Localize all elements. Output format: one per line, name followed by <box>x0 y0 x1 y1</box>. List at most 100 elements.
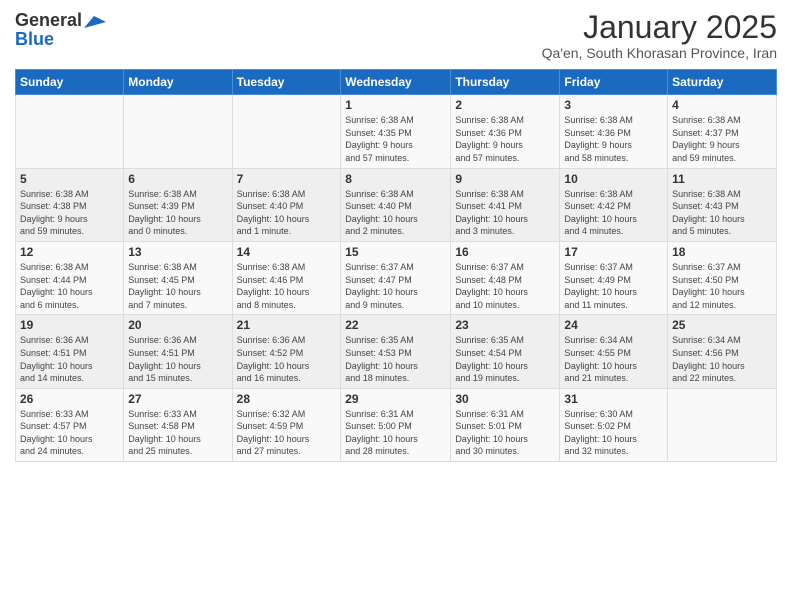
day-info: Sunrise: 6:36 AM Sunset: 4:52 PM Dayligh… <box>237 334 337 384</box>
calendar-cell: 4 Sunrise: 6:38 AM Sunset: 4:37 PM Daylig… <box>668 95 777 168</box>
day-info: Sunrise: 6:36 AM Sunset: 4:51 PM Dayligh… <box>128 334 227 384</box>
calendar-title: January 2025 <box>542 10 777 45</box>
day-number: 4 <box>672 98 772 112</box>
day-number: 16 <box>455 245 555 259</box>
calendar-cell: 23Sunrise: 6:35 AM Sunset: 4:54 PM Dayli… <box>451 315 560 388</box>
calendar-week-row: 5 Sunrise: 6:38 AM Sunset: 4:38 PM Daylig… <box>16 168 777 241</box>
day-info: Sunrise: 6:37 AM Sunset: 4:49 PM Dayligh… <box>564 261 663 311</box>
calendar-cell: 9 Sunrise: 6:38 AM Sunset: 4:41 PM Daylig… <box>451 168 560 241</box>
day-number: 25 <box>672 318 772 332</box>
day-number: 15 <box>345 245 446 259</box>
calendar-cell: 24 Sunrise: 6:34 AM Sunset: 4:55 PM Dayli… <box>560 315 668 388</box>
day-info: Sunrise: 6:38 AM Sunset: 4:35 PM Dayligh… <box>345 114 446 164</box>
day-number: 5 <box>20 172 119 186</box>
calendar-cell <box>16 95 124 168</box>
day-number: 17 <box>564 245 663 259</box>
calendar-cell: 11Sunrise: 6:38 AM Sunset: 4:43 PM Dayli… <box>668 168 777 241</box>
calendar-cell: 31 Sunrise: 6:30 AM Sunset: 5:02 PM Dayli… <box>560 388 668 461</box>
logo-general-text: General <box>15 10 82 31</box>
day-number: 3 <box>564 98 663 112</box>
day-info: Sunrise: 6:37 AM Sunset: 4:47 PM Dayligh… <box>345 261 446 311</box>
day-number: 24 <box>564 318 663 332</box>
calendar-cell: 21 Sunrise: 6:36 AM Sunset: 4:52 PM Dayli… <box>232 315 341 388</box>
calendar-cell: 28 Sunrise: 6:32 AM Sunset: 4:59 PM Dayli… <box>232 388 341 461</box>
day-info: Sunrise: 6:37 AM Sunset: 4:50 PM Dayligh… <box>672 261 772 311</box>
day-info: Sunrise: 6:34 AM Sunset: 4:55 PM Dayligh… <box>564 334 663 384</box>
day-number: 26 <box>20 392 119 406</box>
logo: General Blue <box>15 10 106 50</box>
header-thursday: Thursday <box>451 70 560 95</box>
calendar-cell: 1 Sunrise: 6:38 AM Sunset: 4:35 PM Daylig… <box>341 95 451 168</box>
calendar-cell: 30Sunrise: 6:31 AM Sunset: 5:01 PM Dayli… <box>451 388 560 461</box>
day-info: Sunrise: 6:35 AM Sunset: 4:53 PM Dayligh… <box>345 334 446 384</box>
day-info: Sunrise: 6:32 AM Sunset: 4:59 PM Dayligh… <box>237 408 337 458</box>
day-number: 14 <box>237 245 337 259</box>
calendar-week-row: 1 Sunrise: 6:38 AM Sunset: 4:35 PM Daylig… <box>16 95 777 168</box>
day-info: Sunrise: 6:38 AM Sunset: 4:44 PM Dayligh… <box>20 261 119 311</box>
calendar-cell: 5 Sunrise: 6:38 AM Sunset: 4:38 PM Daylig… <box>16 168 124 241</box>
header-wednesday: Wednesday <box>341 70 451 95</box>
day-number: 12 <box>20 245 119 259</box>
day-number: 1 <box>345 98 446 112</box>
day-info: Sunrise: 6:38 AM Sunset: 4:41 PM Dayligh… <box>455 188 555 238</box>
header: General Blue January 2025 Qa'en, South K… <box>15 10 777 61</box>
day-info: Sunrise: 6:36 AM Sunset: 4:51 PM Dayligh… <box>20 334 119 384</box>
calendar-cell: 17 Sunrise: 6:37 AM Sunset: 4:49 PM Dayli… <box>560 241 668 314</box>
calendar-cell <box>124 95 232 168</box>
calendar-cell: 19 Sunrise: 6:36 AM Sunset: 4:51 PM Dayli… <box>16 315 124 388</box>
day-number: 27 <box>128 392 227 406</box>
day-number: 21 <box>237 318 337 332</box>
day-number: 19 <box>20 318 119 332</box>
calendar-location: Qa'en, South Khorasan Province, Iran <box>542 45 777 61</box>
calendar-week-row: 12 Sunrise: 6:38 AM Sunset: 4:44 PM Dayli… <box>16 241 777 314</box>
calendar-cell <box>232 95 341 168</box>
day-number: 10 <box>564 172 663 186</box>
day-info: Sunrise: 6:37 AM Sunset: 4:48 PM Dayligh… <box>455 261 555 311</box>
day-number: 9 <box>455 172 555 186</box>
day-info: Sunrise: 6:38 AM Sunset: 4:40 PM Dayligh… <box>345 188 446 238</box>
day-info: Sunrise: 6:31 AM Sunset: 5:01 PM Dayligh… <box>455 408 555 458</box>
weekday-header-row: Sunday Monday Tuesday Wednesday Thursday… <box>16 70 777 95</box>
day-number: 31 <box>564 392 663 406</box>
day-info: Sunrise: 6:38 AM Sunset: 4:36 PM Dayligh… <box>455 114 555 164</box>
day-number: 13 <box>128 245 227 259</box>
calendar-cell: 22 Sunrise: 6:35 AM Sunset: 4:53 PM Dayli… <box>341 315 451 388</box>
day-info: Sunrise: 6:38 AM Sunset: 4:42 PM Dayligh… <box>564 188 663 238</box>
calendar-cell: 2Sunrise: 6:38 AM Sunset: 4:36 PM Daylig… <box>451 95 560 168</box>
day-info: Sunrise: 6:38 AM Sunset: 4:36 PM Dayligh… <box>564 114 663 164</box>
day-info: Sunrise: 6:30 AM Sunset: 5:02 PM Dayligh… <box>564 408 663 458</box>
calendar-cell <box>668 388 777 461</box>
day-number: 20 <box>128 318 227 332</box>
calendar-cell: 12 Sunrise: 6:38 AM Sunset: 4:44 PM Dayli… <box>16 241 124 314</box>
calendar-cell: 14Sunrise: 6:38 AM Sunset: 4:46 PM Dayli… <box>232 241 341 314</box>
calendar-cell: 29Sunrise: 6:31 AM Sunset: 5:00 PM Dayli… <box>341 388 451 461</box>
day-info: Sunrise: 6:38 AM Sunset: 4:37 PM Dayligh… <box>672 114 772 164</box>
day-number: 18 <box>672 245 772 259</box>
header-tuesday: Tuesday <box>232 70 341 95</box>
day-number: 11 <box>672 172 772 186</box>
logo-icon <box>84 14 106 30</box>
calendar-cell: 16 Sunrise: 6:37 AM Sunset: 4:48 PM Dayli… <box>451 241 560 314</box>
calendar-cell: 10 Sunrise: 6:38 AM Sunset: 4:42 PM Dayli… <box>560 168 668 241</box>
header-saturday: Saturday <box>668 70 777 95</box>
header-friday: Friday <box>560 70 668 95</box>
day-number: 28 <box>237 392 337 406</box>
day-info: Sunrise: 6:33 AM Sunset: 4:57 PM Dayligh… <box>20 408 119 458</box>
calendar-cell: 18 Sunrise: 6:37 AM Sunset: 4:50 PM Dayli… <box>668 241 777 314</box>
day-number: 6 <box>128 172 227 186</box>
calendar-cell: 26 Sunrise: 6:33 AM Sunset: 4:57 PM Dayli… <box>16 388 124 461</box>
day-number: 29 <box>345 392 446 406</box>
header-monday: Monday <box>124 70 232 95</box>
calendar-cell: 27Sunrise: 6:33 AM Sunset: 4:58 PM Dayli… <box>124 388 232 461</box>
day-number: 22 <box>345 318 446 332</box>
calendar-cell: 3 Sunrise: 6:38 AM Sunset: 4:36 PM Daylig… <box>560 95 668 168</box>
calendar-cell: 15 Sunrise: 6:37 AM Sunset: 4:47 PM Dayli… <box>341 241 451 314</box>
day-info: Sunrise: 6:38 AM Sunset: 4:45 PM Dayligh… <box>128 261 227 311</box>
logo-blue-text: Blue <box>15 29 106 50</box>
calendar-cell: 6Sunrise: 6:38 AM Sunset: 4:39 PM Daylig… <box>124 168 232 241</box>
calendar-week-row: 19 Sunrise: 6:36 AM Sunset: 4:51 PM Dayli… <box>16 315 777 388</box>
day-info: Sunrise: 6:38 AM Sunset: 4:40 PM Dayligh… <box>237 188 337 238</box>
day-info: Sunrise: 6:38 AM Sunset: 4:38 PM Dayligh… <box>20 188 119 238</box>
day-info: Sunrise: 6:35 AM Sunset: 4:54 PM Dayligh… <box>455 334 555 384</box>
page: General Blue January 2025 Qa'en, South K… <box>0 0 792 612</box>
